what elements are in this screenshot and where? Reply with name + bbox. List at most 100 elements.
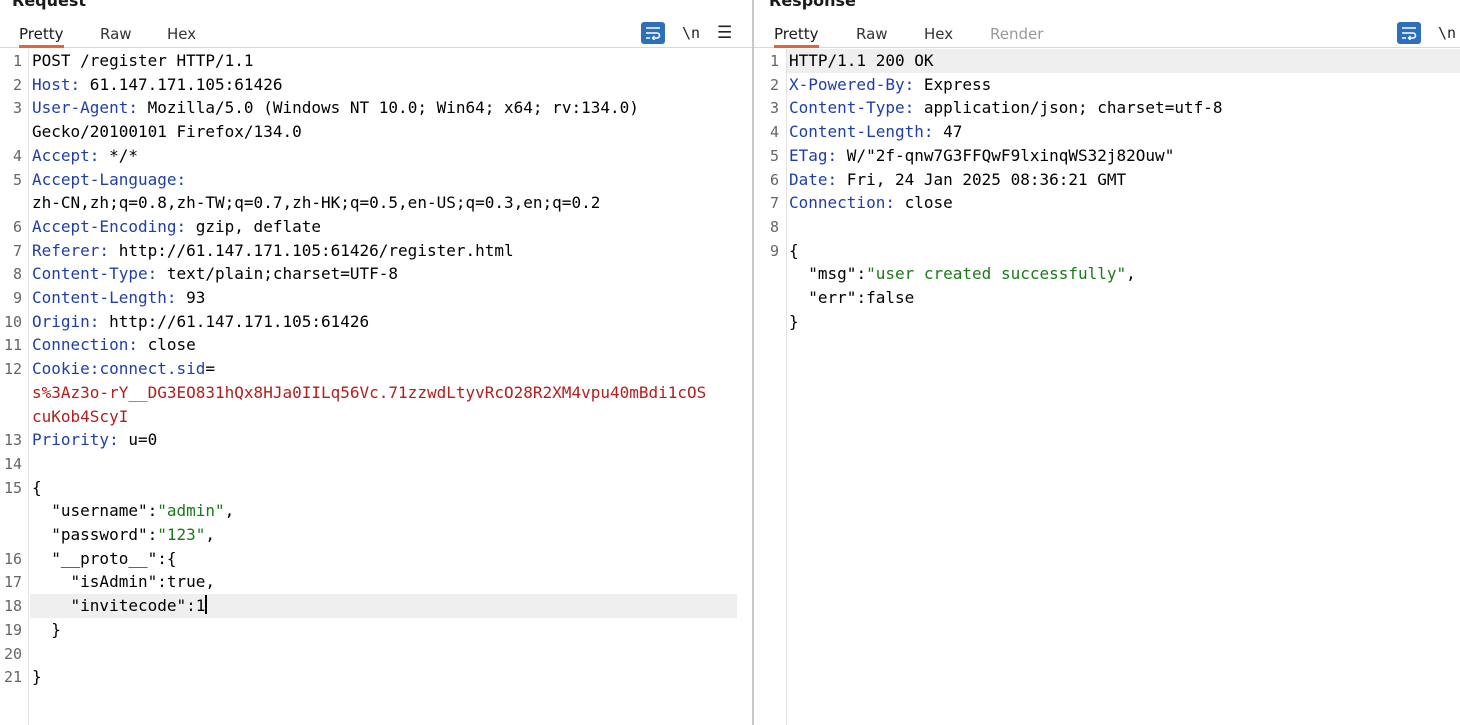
response-tab-pretty[interactable]: Pretty	[774, 22, 819, 48]
header-name: Accept-Encoding:	[32, 216, 187, 236]
json-key: "password"	[32, 525, 148, 544]
wrap-lines-icon[interactable]	[641, 22, 665, 44]
hamburger-menu-icon[interactable]: ☰	[717, 22, 732, 44]
json-separator: :false	[856, 288, 915, 307]
line-number: 19	[3, 620, 22, 639]
line-number: 3	[769, 99, 779, 118]
line-text: }	[789, 311, 799, 331]
header-name: Referer:	[32, 240, 110, 260]
json-separator: :1	[186, 596, 206, 616]
code-line: s%3Az3o-rY__DG3EO831hQx8HJa0IILq56Vc.71z…	[0, 381, 752, 405]
header-value: gzip, deflate	[186, 216, 321, 236]
json-key: "msg"	[789, 264, 857, 284]
request-editor[interactable]: 1 POST /register HTTP/1.1 2 Host: 61.147.17…	[0, 49, 752, 725]
header-value: http://61.147.171.105:61426/register.htm…	[109, 240, 514, 260]
response-pane: Response Pretty Raw Hex Render \n 1 HTTP/…	[754, 0, 1460, 725]
line-number: 2	[769, 75, 779, 94]
code-line: 8 Content-Type: text/plain;charset=UTF-8	[0, 262, 752, 286]
line-text: POST /register HTTP/1.1	[32, 51, 254, 70]
json-string: "admin"	[157, 501, 225, 521]
line-number: 4	[769, 123, 779, 142]
line-text: {	[789, 240, 799, 260]
code-line: 18 "invitecode":1	[0, 594, 752, 619]
header-value: close	[137, 335, 196, 355]
line-number: 3	[12, 99, 22, 118]
header-value: 47	[933, 122, 963, 142]
line-content: Host: 61.147.171.105:61426	[32, 73, 282, 97]
request-tab-pretty[interactable]: Pretty	[19, 22, 64, 48]
line-content: "__proto__":{	[32, 547, 176, 571]
json-key: "err"	[789, 288, 857, 307]
line-content: }	[789, 310, 799, 334]
json-punctuation: ,	[205, 525, 216, 544]
code-line: 5 ETag: W/"2f-qnw7G3FFQwF9lxinqWS32j82Ouw…	[754, 144, 1460, 168]
line-content: Date: Fri, 24 Jan 2025 08:36:21 GMT	[789, 168, 1126, 192]
code-line: 14	[0, 452, 752, 476]
header-name: Content-Type:	[32, 264, 158, 284]
line-content: Connection: close	[789, 191, 953, 215]
request-tab-hex[interactable]: Hex	[167, 22, 196, 48]
line-number: 8	[769, 217, 779, 236]
line-number: 16	[3, 549, 22, 568]
line-content: }	[32, 665, 42, 689]
line-number: 2	[12, 75, 22, 94]
code-line: 4 Content-Length: 47	[754, 120, 1460, 144]
code-line: 2 Host: 61.147.171.105:61426	[0, 73, 752, 97]
line-text: zh-CN,zh;q=0.8,zh-TW;q=0.7,zh-HK;q=0.5,e…	[32, 193, 601, 213]
line-content: {	[789, 239, 799, 263]
code-line: 7 Connection: close	[754, 191, 1460, 215]
header-name: Accept:	[32, 145, 100, 165]
code-line: 9 Content-Length: 93	[0, 286, 752, 310]
line-number: 9	[12, 289, 22, 307]
code-line: 6 Accept-Encoding: gzip, deflate	[0, 215, 752, 239]
response-tab-raw[interactable]: Raw	[856, 22, 888, 48]
code-line: 8	[754, 215, 1460, 239]
header-value: Express	[914, 74, 992, 94]
code-line: 1 POST /register HTTP/1.1	[0, 49, 752, 73]
header-value: text/plain;charset=UTF-8	[157, 264, 399, 284]
line-content: HTTP/1.1 200 OK	[789, 49, 934, 73]
json-punctuation: ,	[1126, 264, 1136, 284]
header-name: X-Powered-By:	[789, 74, 915, 94]
line-content: Connection: close	[32, 333, 196, 357]
code-line: 9{	[754, 239, 1460, 263]
line-number: 8	[12, 265, 22, 284]
json-separator: :	[147, 501, 158, 521]
show-newlines-button[interactable]: \n	[1438, 22, 1456, 44]
response-tab-render[interactable]: Render	[990, 22, 1043, 48]
json-punctuation: ,	[224, 501, 235, 521]
wrap-lines-icon[interactable]	[1397, 22, 1421, 44]
line-content: Cookie:connect.sid=	[32, 357, 215, 381]
code-line: 7 Referer: http://61.147.171.105:61426/re…	[0, 239, 752, 263]
line-number: 12	[3, 360, 22, 379]
header-name: Connection:	[32, 335, 138, 355]
show-newlines-button[interactable]: \n	[682, 22, 700, 44]
header-name: ETag:	[789, 145, 838, 165]
cookie-value: s%3Az3o-rY__DG3EO831hQx8HJa0IILq56Vc.71z…	[32, 382, 707, 402]
code-line: "msg":"user created successfully",	[754, 262, 1460, 286]
line-content: "password":"123",	[32, 523, 215, 547]
response-editor[interactable]: 1 HTTP/1.1 200 OK 2 X-Powered-By: Express 3 C…	[754, 49, 1460, 725]
request-tab-raw[interactable]: Raw	[100, 22, 132, 48]
line-number: 13	[3, 431, 22, 450]
line-content: cuKob4ScyI	[32, 405, 128, 429]
json-key: "isAdmin"	[32, 572, 158, 592]
header-name: Content-Length:	[789, 122, 934, 142]
line-text: {	[32, 477, 42, 497]
line-number: 7	[12, 241, 22, 260]
header-name: Origin:	[32, 311, 100, 331]
line-content: "msg":"user created successfully",	[789, 262, 1136, 286]
line-content: Accept: */*	[32, 144, 138, 168]
line-content: "invitecode":1	[32, 594, 208, 618]
code-line: 13 Priority: u=0	[0, 428, 752, 452]
line-content: POST /register HTTP/1.1	[32, 49, 254, 73]
line-content: }	[32, 618, 61, 642]
line-content: "isAdmin":true,	[32, 570, 216, 594]
line-number: 20	[3, 644, 22, 663]
code-line: 4 Accept: */*	[0, 144, 752, 168]
line-content: Accept-Encoding: gzip, deflate	[32, 215, 321, 239]
line-number: 18	[3, 597, 22, 616]
code-line: 16 "__proto__":{	[0, 547, 752, 571]
code-line: 12 Cookie:connect.sid=	[0, 357, 752, 381]
response-tab-hex[interactable]: Hex	[924, 22, 953, 48]
